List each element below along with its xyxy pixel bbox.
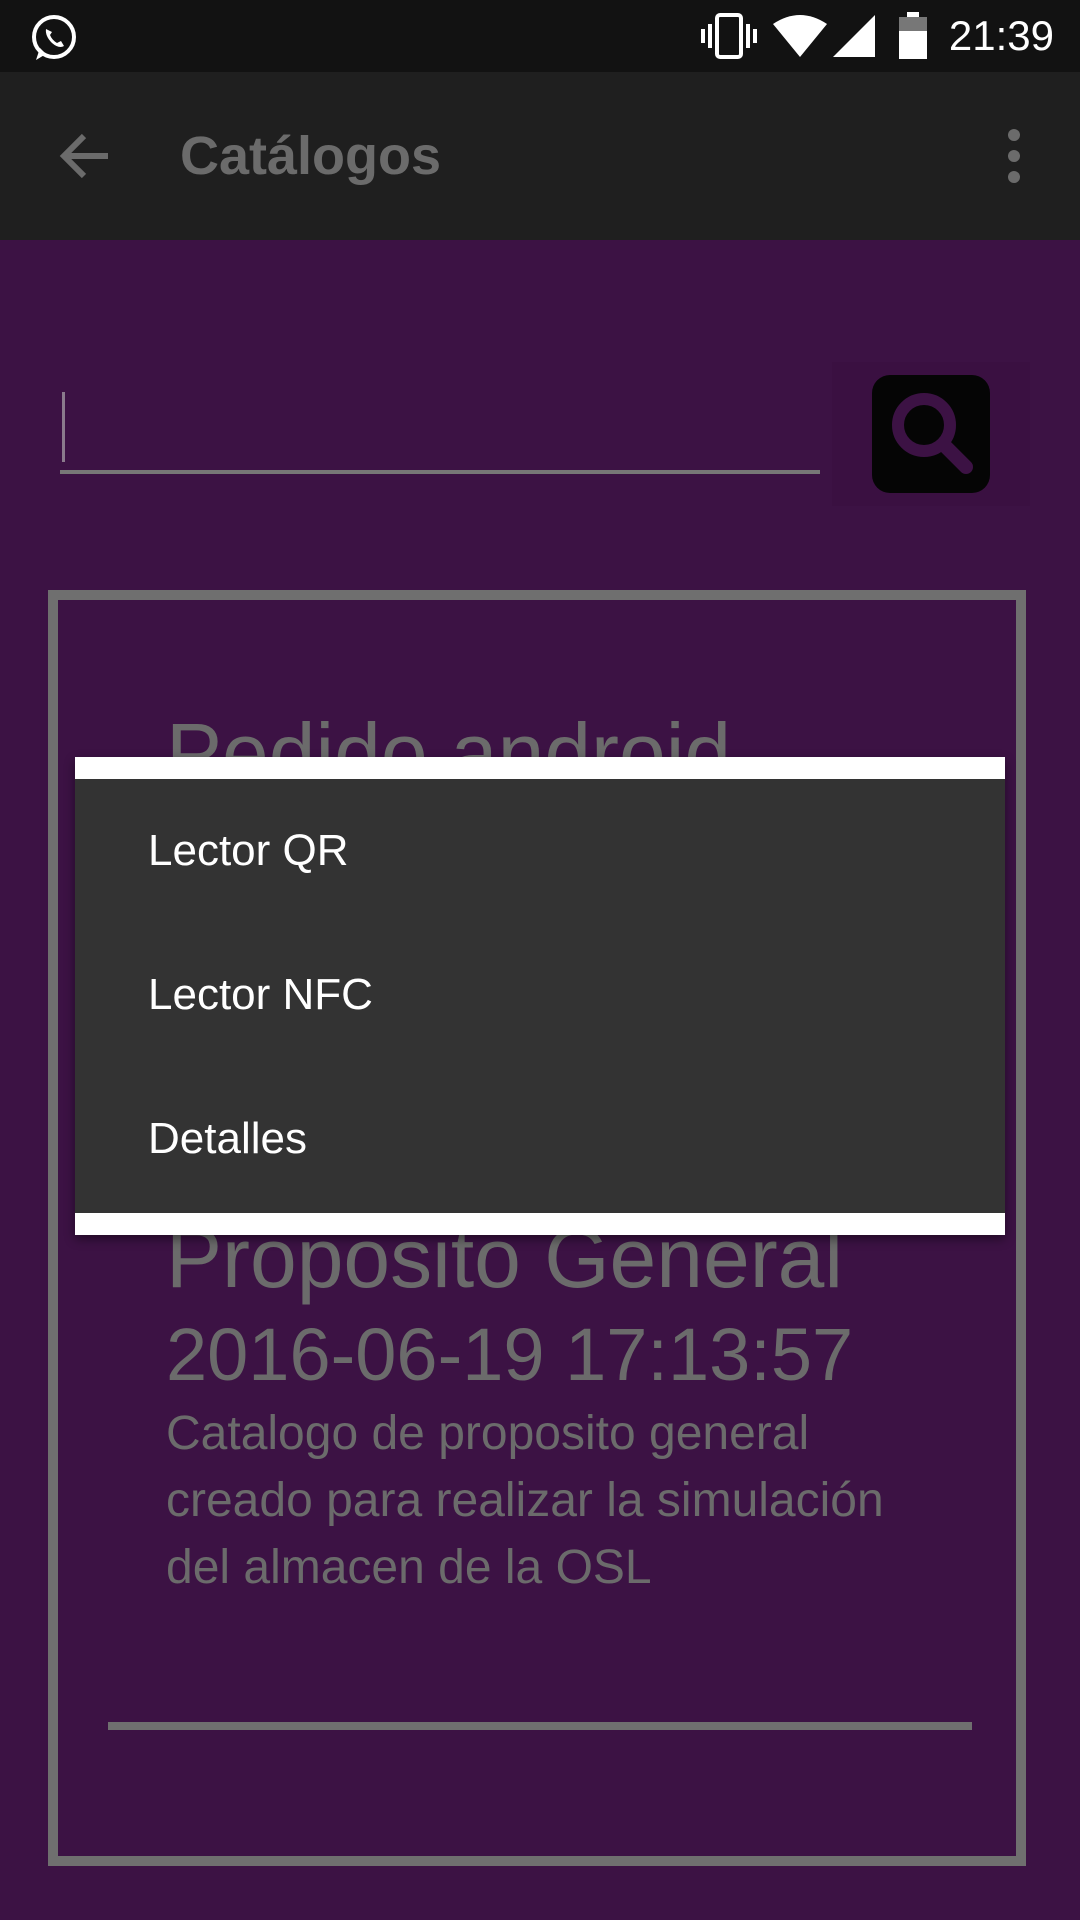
signal-icon <box>832 14 876 63</box>
search-icon <box>886 387 976 482</box>
text-cursor <box>62 392 65 462</box>
menu-item-lector-nfc[interactable]: Lector NFC <box>75 923 1005 1067</box>
more-vert-icon[interactable] <box>1000 128 1028 189</box>
app-bar: Catálogos <box>0 72 1080 240</box>
catalog-date: 2016-06-19 17:13:57 <box>166 1313 854 1396</box>
search-input-underline <box>60 470 820 474</box>
page-title: Catálogos <box>180 126 442 186</box>
search-button[interactable] <box>832 362 1030 506</box>
whatsapp-icon <box>28 12 80 69</box>
catalog-description: Catalogo de proposito general creado par… <box>166 1407 884 1594</box>
status-bar: 21:39 <box>0 0 1080 72</box>
wifi-icon <box>772 14 828 63</box>
battery-icon <box>898 12 928 65</box>
popup-menu-list: Lector QR Lector NFC Detalles <box>75 779 1005 1213</box>
arrow-back-icon[interactable] <box>58 130 110 187</box>
vibrate-icon <box>700 12 758 65</box>
menu-item-lector-qr[interactable]: Lector QR <box>75 779 1005 923</box>
popup-menu: Lector QR Lector NFC Detalles <box>75 757 1005 1235</box>
menu-item-detalles[interactable]: Detalles <box>75 1067 1005 1211</box>
clock: 21:39 <box>948 12 1054 59</box>
search-input[interactable] <box>60 380 824 470</box>
card-divider <box>108 1722 972 1730</box>
